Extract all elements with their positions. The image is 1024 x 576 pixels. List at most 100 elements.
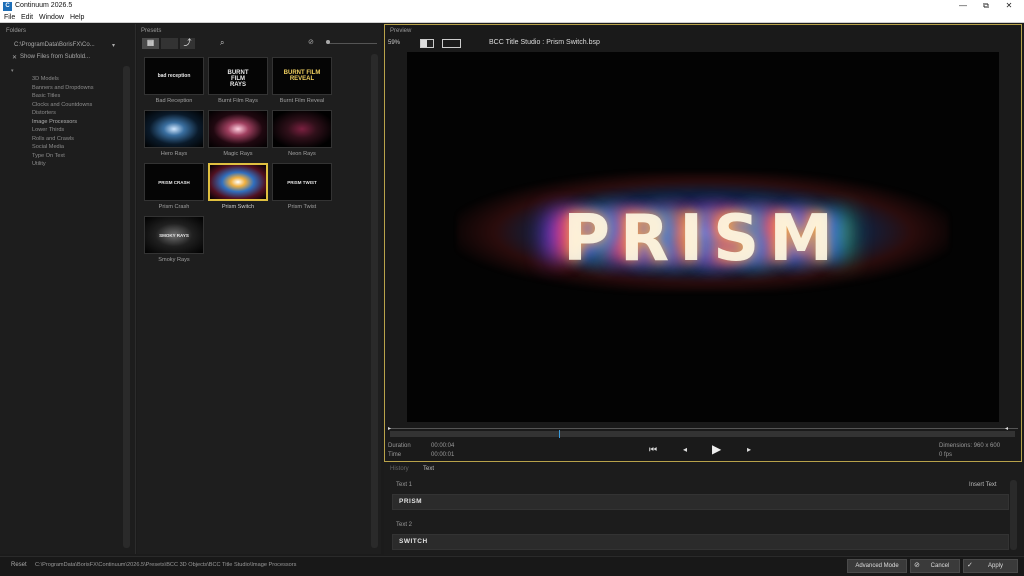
- params-scrollbar[interactable]: [1010, 480, 1017, 550]
- text2-label: Text 2: [396, 522, 413, 528]
- folder-item[interactable]: Basic Titles: [32, 93, 60, 99]
- dimensions-readout: Dimensions: 960 x 600: [939, 443, 1001, 449]
- timeline-track[interactable]: [390, 428, 1018, 429]
- menu-window[interactable]: Window: [39, 14, 64, 21]
- presets-header: Presets: [141, 28, 162, 34]
- minimize-button[interactable]: —: [952, 1, 974, 10]
- preset-label: Neon Rays: [288, 151, 316, 157]
- menu-file[interactable]: File: [4, 14, 15, 21]
- insert-text-button[interactable]: Insert Text: [969, 482, 997, 488]
- preset-tile[interactable]: SMOKY RAYS: [144, 216, 204, 254]
- preset-tile-selected[interactable]: [208, 163, 268, 201]
- folders-panel: Folders C:\ProgramData\BorisFX\Co... ▾ ✕…: [0, 24, 136, 554]
- restore-button[interactable]: ⧉: [975, 1, 997, 11]
- preset-tile[interactable]: [208, 110, 268, 148]
- preview-header: Preview: [390, 28, 412, 34]
- chevron-down-icon[interactable]: ▾: [112, 42, 115, 49]
- tree-expand-icon[interactable]: ▾: [11, 68, 14, 74]
- step-forward-icon[interactable]: ▸: [747, 445, 751, 454]
- folder-path-select[interactable]: C:\ProgramData\BorisFX\Co...: [14, 42, 95, 48]
- duration-value: 00:00:04: [431, 443, 455, 449]
- folder-item[interactable]: Banners and Dropdowns: [32, 85, 94, 91]
- folder-item[interactable]: Clocks and Countdowns: [32, 102, 92, 108]
- menu-edit[interactable]: Edit: [21, 14, 33, 21]
- compare-view-icon[interactable]: [420, 39, 434, 48]
- apply-label: Apply: [987, 563, 1003, 569]
- close-icon[interactable]: ✕: [12, 54, 17, 61]
- search-icon[interactable]: ⌕: [220, 38, 224, 48]
- tab-history[interactable]: History: [390, 466, 409, 472]
- menu-help[interactable]: Help: [70, 14, 84, 21]
- duration-label: Duration: [388, 443, 411, 449]
- folder-item[interactable]: Type On Text: [32, 153, 65, 159]
- reset-button[interactable]: Reset: [11, 562, 27, 568]
- folder-item[interactable]: 3D Models: [32, 76, 59, 82]
- preset-tile[interactable]: [272, 110, 332, 148]
- preset-tile[interactable]: BURNT FILM REVEAL: [272, 57, 332, 95]
- preset-path: C:\ProgramData\BorisFX\Continuum\2026.5\…: [35, 562, 297, 568]
- slider-handle[interactable]: [326, 40, 330, 44]
- menu-bar: File Edit Window Help: [0, 13, 1024, 23]
- preset-label: Bad Reception: [155, 98, 193, 104]
- list-view-icon[interactable]: [161, 38, 178, 49]
- preset-label: Prism Twist: [287, 204, 317, 210]
- preset-tile[interactable]: [144, 110, 204, 148]
- aspect-frame-icon[interactable]: [442, 39, 461, 48]
- apply-button[interactable]: ✓ Apply: [963, 559, 1018, 573]
- preset-thumb-text: PRISM TWIST: [287, 180, 317, 185]
- text2-field[interactable]: SWITCH: [392, 534, 1009, 550]
- checkmark-icon: ✓: [967, 562, 973, 569]
- folder-item[interactable]: Social Media: [32, 144, 64, 150]
- folders-scrollbar[interactable]: [123, 66, 130, 548]
- import-icon[interactable]: ⤴: [180, 38, 195, 49]
- preset-tile[interactable]: bad reception: [144, 57, 204, 95]
- step-back-icon[interactable]: ◂: [683, 445, 687, 454]
- show-subfolders-toggle[interactable]: Show Files from Subfold...: [20, 54, 90, 60]
- folder-item[interactable]: Distorters: [32, 110, 56, 116]
- cancel-icon: ⊘: [914, 562, 920, 569]
- preset-tile[interactable]: BURNT FILM RAYS: [208, 57, 268, 95]
- preset-thumb-text: BURNT FILM RAYS: [227, 70, 249, 88]
- clear-icon[interactable]: ⊘: [308, 38, 314, 46]
- preview-viewport[interactable]: PRISM: [407, 52, 999, 422]
- preview-panel: Preview 59% BCC Title Studio : Prism Swi…: [384, 24, 1022, 462]
- preview-render-text: PRISM: [563, 202, 843, 276]
- presets-panel: Presets ▦ ⤴ ⌕ ⊘ bad reception Bad Recept…: [137, 24, 381, 554]
- folder-item[interactable]: Rolls and Crawls: [32, 136, 74, 142]
- text1-label: Text 1: [396, 482, 413, 488]
- text1-field[interactable]: PRISM: [392, 494, 1009, 510]
- preset-thumb-text: SMOKY RAYS: [159, 233, 189, 238]
- preset-label: Burnt Film Reveal: [279, 98, 325, 104]
- go-to-start-icon[interactable]: ⏮: [649, 444, 657, 455]
- preset-label: Hero Rays: [160, 151, 188, 157]
- preset-tile[interactable]: PRISM CRASH: [144, 163, 204, 201]
- preset-label: Magic Rays: [223, 151, 253, 157]
- app-logo-icon: C: [3, 2, 12, 11]
- presets-scrollbar[interactable]: [371, 54, 378, 548]
- tab-text[interactable]: Text: [423, 466, 434, 472]
- thumb-size-slider[interactable]: [327, 43, 377, 44]
- cancel-button[interactable]: ⊘ Cancel: [910, 559, 960, 573]
- zoom-level[interactable]: 59%: [388, 40, 400, 46]
- preset-tile[interactable]: PRISM TWIST: [272, 163, 332, 201]
- folder-item-selected[interactable]: Image Processors: [32, 119, 77, 125]
- title-bar: C Continuum 2026.5 — ⧉ ✕: [0, 0, 1024, 13]
- preset-label: Prism Switch: [221, 204, 255, 210]
- preview-file-title: BCC Title Studio : Prism Switch.bsp: [489, 39, 600, 46]
- play-icon[interactable]: ▶: [712, 442, 721, 456]
- window-title: Continuum 2026.5: [15, 2, 73, 9]
- playhead[interactable]: [558, 430, 560, 438]
- grid-view-icon[interactable]: ▦: [142, 38, 159, 49]
- folders-header: Folders: [6, 28, 27, 34]
- timeline-ruler[interactable]: [390, 431, 1015, 437]
- close-button[interactable]: ✕: [998, 1, 1020, 10]
- folder-item[interactable]: Lower Thirds: [32, 127, 64, 133]
- time-label: Time: [388, 452, 402, 458]
- preset-thumb-text: PRISM CRASH: [158, 180, 190, 185]
- preset-label: Prism Crash: [158, 204, 190, 210]
- folder-item[interactable]: Utility: [32, 161, 46, 167]
- time-value: 00:00:01: [431, 452, 455, 458]
- preset-label: Smoky Rays: [158, 257, 190, 263]
- advanced-mode-button[interactable]: Advanced Mode: [847, 559, 907, 573]
- preset-thumb-text: bad reception: [157, 73, 191, 79]
